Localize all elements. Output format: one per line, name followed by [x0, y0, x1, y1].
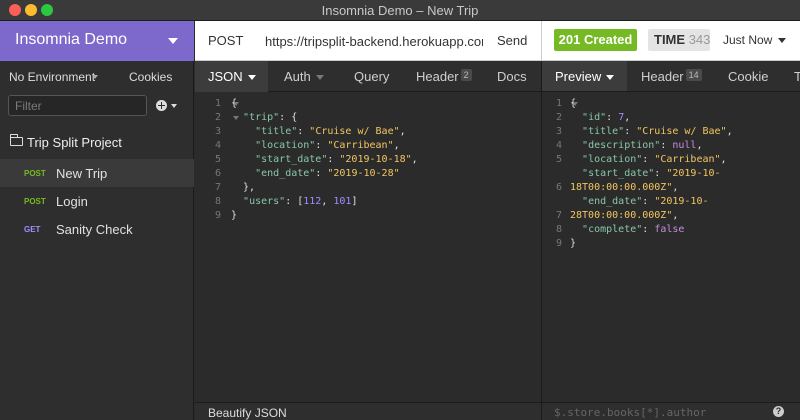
help-icon[interactable]: ?	[773, 406, 784, 417]
environment-dropdown[interactable]: No Environment	[9, 70, 95, 84]
history-label: Just Now	[723, 33, 773, 47]
request-name: Login	[56, 194, 88, 209]
tab-cookie[interactable]: Cookie	[728, 61, 772, 91]
cookies-button[interactable]: Cookies	[129, 70, 172, 84]
workspace-dropdown[interactable]: Insomnia Demo	[0, 21, 194, 61]
method-badge: POST	[24, 197, 46, 206]
time-value: 343	[688, 32, 710, 47]
response-filter-input[interactable]: $.store.books[*].author	[554, 406, 706, 419]
code-line: 3 "title": "Cruise w/ Bae",	[214, 126, 406, 137]
code-line: "start_date": "2019-10-	[582, 168, 721, 179]
tab-label: Cookie	[728, 69, 769, 84]
request-name: New Trip	[56, 166, 108, 181]
tab-response-header[interactable]: Header 14	[641, 61, 705, 91]
project-folder[interactable]: Trip Split Project	[0, 129, 194, 155]
method-dropdown[interactable]: POST	[208, 33, 243, 48]
code-line: 6 18T00:00:00.000Z",	[555, 182, 679, 193]
environment-row: No Environment Cookies	[0, 61, 194, 91]
code-line: 2 "id": 7,	[555, 112, 631, 123]
tab-header[interactable]: Header 2	[416, 61, 472, 92]
tab-label: Header	[416, 69, 459, 84]
sidebar-item-login[interactable]: POST Login	[0, 187, 194, 215]
response-status-bar: 201 Created TIME 343 Just Now	[541, 21, 800, 61]
request-tabs: JSON Auth Query Header 2 Docs	[195, 61, 541, 92]
method-badge: GET	[24, 225, 41, 234]
code-line: 1{	[214, 98, 238, 109]
code-line: 5 "start_date": "2019-10-18",	[214, 154, 418, 165]
status-badge: 201 Created	[554, 29, 637, 51]
code-line: 1{	[555, 98, 577, 109]
beautify-json-button[interactable]: Beautify JSON	[208, 406, 287, 420]
tab-label: Preview	[555, 69, 602, 84]
tab-label: JSON	[208, 69, 243, 84]
sidebar-item-new-trip[interactable]: POST New Trip	[0, 159, 194, 187]
response-history-dropdown[interactable]: Just Now	[723, 33, 787, 47]
code-line: 9}	[214, 210, 238, 221]
header-count-badge: 14	[685, 69, 702, 81]
tab-label: Query	[354, 69, 390, 84]
tab-label: Auth	[284, 69, 311, 84]
code-line: 8 "complete": false	[555, 224, 685, 235]
code-line: 9}	[555, 238, 577, 249]
method-badge: POST	[24, 169, 46, 178]
sidebar-item-sanity-check[interactable]: GET Sanity Check	[0, 215, 194, 243]
add-request-button[interactable]	[156, 95, 182, 116]
response-tabs: Preview Header14 Cookie T	[541, 61, 800, 92]
chevron-down-icon	[92, 75, 98, 79]
sidebar: Insomnia Demo No Environment Cookies Tri…	[0, 21, 194, 420]
code-line: 4 "location": "Carribean",	[214, 140, 400, 151]
response-footer: $.store.books[*].author ?	[541, 402, 800, 420]
tab-docs[interactable]: Docs	[497, 61, 537, 92]
url-input[interactable]	[265, 32, 483, 50]
code-line: 4 "description": null,	[555, 140, 703, 151]
request-body-editor[interactable]: 1{ 2 "trip": { 3 "title": "Cruise w/ Bae…	[195, 92, 541, 402]
code-line: 3 "title": "Cruise w/ Bae",	[555, 126, 733, 137]
window-titlebar: Insomnia Demo – New Trip	[0, 0, 800, 21]
code-line: 8 "users": [112, 101]	[214, 196, 358, 207]
code-line: 5 "location": "Carribean",	[555, 154, 727, 165]
folder-open-icon	[10, 134, 23, 146]
chevron-down-icon	[247, 75, 256, 81]
tab-json[interactable]: JSON	[195, 61, 268, 92]
code-line: 2 "trip": {	[214, 112, 298, 123]
chevron-down-icon	[606, 75, 615, 81]
header-count-badge: 2	[460, 69, 472, 81]
tab-label: Docs	[497, 69, 527, 84]
time-badge: TIME 343	[648, 29, 710, 51]
chevron-down-icon	[315, 75, 324, 81]
time-label: TIME	[654, 32, 686, 47]
request-name: Sanity Check	[56, 222, 133, 237]
url-bar: POST Send	[195, 21, 541, 61]
tab-query[interactable]: Query	[354, 61, 394, 92]
response-body-viewer[interactable]: 1{ 2 "id": 7, 3 "title": "Cruise w/ Bae"…	[541, 92, 800, 402]
project-name: Trip Split Project	[27, 135, 122, 150]
plus-circle-icon	[156, 100, 167, 111]
filter-input[interactable]	[8, 95, 147, 116]
send-button[interactable]: Send	[497, 33, 527, 48]
chevron-down-icon	[171, 104, 177, 108]
window-title: Insomnia Demo – New Trip	[321, 3, 479, 18]
editor-footer: Beautify JSON	[195, 402, 541, 420]
tab-label: Header	[641, 69, 684, 84]
chevron-down-icon	[168, 38, 178, 44]
tab-preview[interactable]: Preview	[542, 61, 627, 91]
code-line: 7 28T00:00:00.000Z",	[555, 210, 679, 221]
tab-label: T	[794, 69, 800, 84]
code-line: 6 "end_date": "2019-10-28"	[214, 168, 400, 179]
code-line: 7 },	[214, 182, 256, 193]
tab-timeline[interactable]: T	[794, 61, 800, 91]
workspace-name: Insomnia Demo	[15, 31, 128, 48]
chevron-down-icon	[778, 38, 787, 44]
tab-auth[interactable]: Auth	[284, 61, 332, 92]
code-line: "end_date": "2019-10-	[582, 196, 709, 207]
